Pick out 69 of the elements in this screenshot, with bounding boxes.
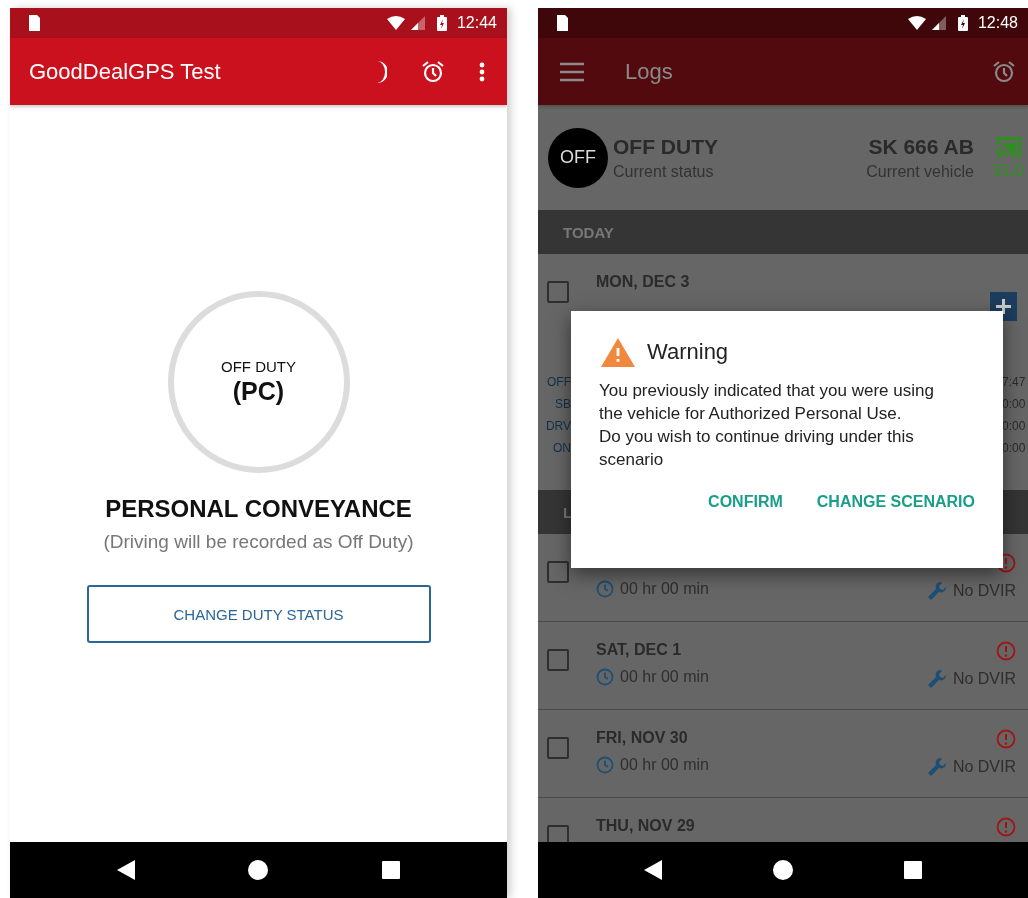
duty-time: 0:00 xyxy=(1002,396,1027,413)
vehicle-number: SK 666 AB xyxy=(868,134,974,159)
checkbox[interactable] xyxy=(547,281,569,303)
eld-label: ELD xyxy=(993,162,1025,180)
duty-time: 0:00 xyxy=(1002,440,1027,457)
duty-type-label: DRV xyxy=(545,418,571,435)
confirm-button[interactable]: CONFIRM xyxy=(708,493,783,511)
current-status: OFF DUTY xyxy=(613,134,718,159)
duty-badge: OFF xyxy=(548,127,608,188)
duty-type-label: SB xyxy=(555,396,571,413)
wrench-icon xyxy=(926,757,947,777)
section-header: TODAY xyxy=(538,210,1028,254)
wrench-icon xyxy=(926,581,947,601)
signal-icon xyxy=(931,16,946,30)
alarm-clock-icon[interactable] xyxy=(992,59,1016,84)
dvir-status: No DVIR xyxy=(952,758,1016,776)
signal-icon xyxy=(410,16,425,30)
clock-icon xyxy=(596,580,614,598)
clock-icon xyxy=(596,668,614,686)
change-duty-status-button[interactable]: CHANGE DUTY STATUS xyxy=(86,585,431,643)
clock-icon xyxy=(596,756,614,774)
checkbox[interactable] xyxy=(547,649,569,671)
battery-icon xyxy=(957,15,968,31)
warning-icon xyxy=(601,337,635,367)
recents-icon[interactable] xyxy=(904,861,923,879)
mode-subtitle: (Driving will be recorded as Off Duty) xyxy=(103,531,414,553)
screen-title: Logs xyxy=(625,58,673,85)
status-time: 12:44 xyxy=(456,14,497,32)
home-icon[interactable] xyxy=(773,860,793,880)
log-date: MON, DEC 3 xyxy=(596,273,691,292)
change-scenario-button[interactable]: CHANGE SCENARIO xyxy=(816,493,975,511)
checkbox[interactable] xyxy=(547,561,569,583)
sd-card-icon xyxy=(26,15,40,31)
log-date: SAT, DEC 1 xyxy=(596,641,683,660)
cast-icon xyxy=(995,135,1024,159)
log-date: FRI, NOV 30 xyxy=(596,729,689,748)
dialog-message: You previously indicated that you were using the vehicle for Authorized Personal Use. Do you wish to continue driving under this scenario xyxy=(599,380,935,471)
duty-type-label: OFF xyxy=(547,374,571,391)
wifi-icon xyxy=(386,16,405,30)
home-icon[interactable] xyxy=(248,860,269,880)
back-icon[interactable] xyxy=(116,860,135,880)
alert-icon xyxy=(996,641,1016,661)
duty-type-label: ON xyxy=(553,440,571,457)
recents-icon[interactable] xyxy=(382,861,401,879)
wrench-icon xyxy=(926,669,947,689)
back-icon[interactable] xyxy=(643,860,662,880)
log-date: THU, NOV 29 xyxy=(596,817,696,836)
status-time: 12:48 xyxy=(977,14,1018,32)
sd-card-icon xyxy=(554,15,568,31)
duty-time: 0:00 xyxy=(1002,418,1027,435)
duration: 00 hr 00 min xyxy=(620,668,709,686)
duty-status-label: OFF DUTY xyxy=(221,358,296,375)
app-title: GoodDealGPS Test xyxy=(29,58,221,85)
more-options-icon[interactable] xyxy=(479,61,485,82)
menu-icon[interactable] xyxy=(560,61,584,82)
wifi-icon xyxy=(907,16,926,30)
mode-heading: PERSONAL CONVEYANCE xyxy=(105,495,412,523)
checkbox[interactable] xyxy=(547,737,569,759)
alert-icon xyxy=(996,817,1016,837)
duration: 00 hr 00 min xyxy=(620,756,709,774)
alarm-clock-icon[interactable] xyxy=(421,59,445,84)
duty-status-code: (PC) xyxy=(232,377,285,406)
dvir-status: No DVIR xyxy=(952,670,1016,688)
alert-icon xyxy=(996,729,1016,749)
dvir-status: No DVIR xyxy=(952,582,1016,600)
duty-time: 7:47 xyxy=(1002,374,1027,391)
duration: 00 hr 00 min xyxy=(620,580,709,598)
dialog-title: Warning xyxy=(647,339,729,365)
battery-icon xyxy=(436,15,447,31)
